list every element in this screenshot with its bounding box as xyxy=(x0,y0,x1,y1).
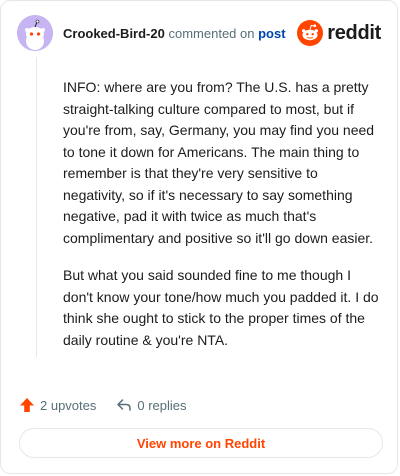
reply-button[interactable]: 0 replies xyxy=(116,397,187,413)
comment-card: Crooked-Bird-20 commented on post reddit… xyxy=(0,0,398,474)
reply-arrow-icon xyxy=(117,399,132,411)
upvote-button[interactable]: 2 upvotes xyxy=(19,397,96,413)
comment-paragraph-1: INFO: where are you from? The U.S. has a… xyxy=(63,79,375,246)
commented-on-text: commented on xyxy=(168,26,255,41)
user-avatar[interactable] xyxy=(17,15,53,51)
view-more-button[interactable]: View more on Reddit xyxy=(19,428,383,458)
comment-actions: 2 upvotes 0 replies xyxy=(19,395,207,415)
upvote-arrow-icon xyxy=(20,398,34,412)
snoo-avatar-icon xyxy=(17,15,53,51)
comment-header: Crooked-Bird-20 commented on post reddit xyxy=(17,15,381,55)
upvote-count: 2 upvotes xyxy=(40,397,97,413)
reddit-logo-icon xyxy=(297,20,324,46)
comment-meta: Crooked-Bird-20 commented on post xyxy=(63,26,286,42)
comment-paragraph-2: But what you said sounded fine to me tho… xyxy=(63,267,379,348)
comment-body: INFO: where are you from? The U.S. has a… xyxy=(63,77,381,367)
post-link[interactable]: post xyxy=(258,26,285,41)
username-link[interactable]: Crooked-Bird-20 xyxy=(63,26,165,41)
reddit-brand[interactable]: reddit xyxy=(297,20,381,46)
thread-line xyxy=(36,57,37,357)
reply-count: 0 replies xyxy=(137,397,187,413)
reddit-wordmark: reddit xyxy=(327,21,381,44)
